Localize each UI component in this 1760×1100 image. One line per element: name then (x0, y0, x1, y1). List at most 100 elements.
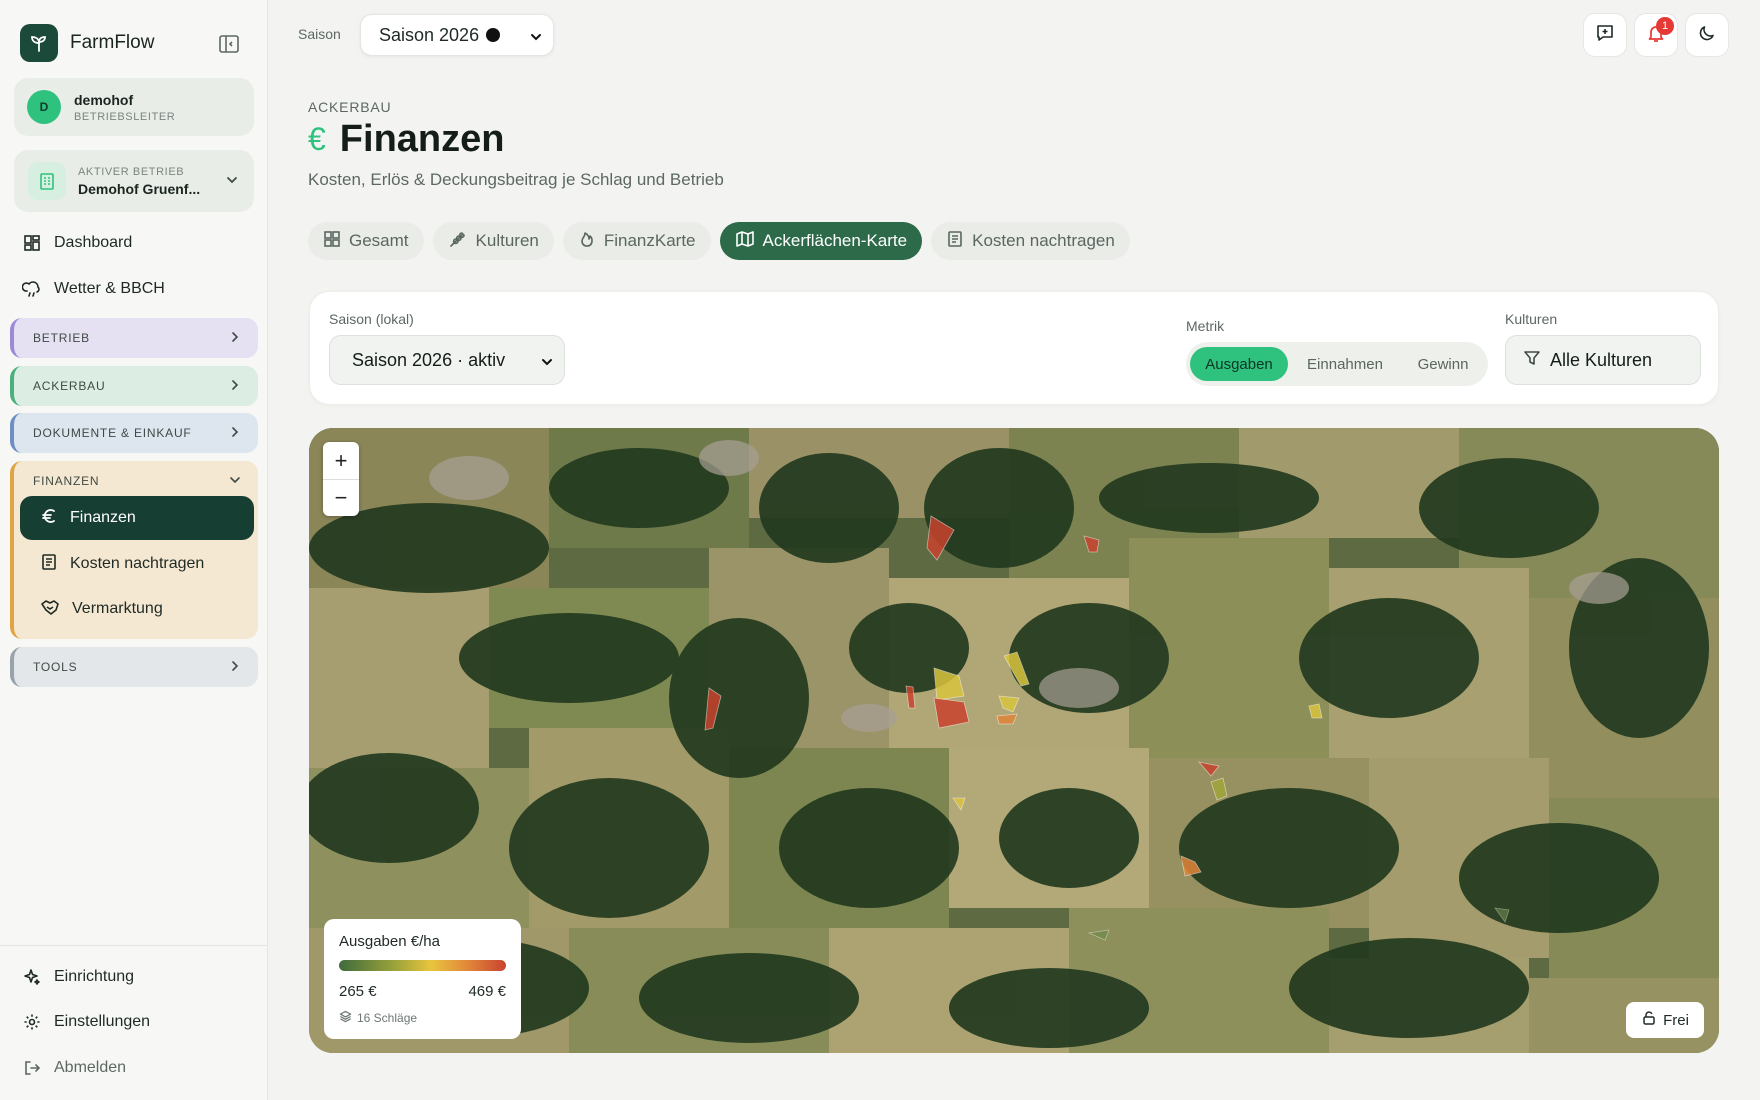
section-betrieb-label: BETRIEB (33, 331, 90, 345)
grid-icon (323, 230, 341, 253)
section-finanzen: FINANZEN Finanzen Kosten nachtragen Verm… (10, 461, 258, 639)
kulturen-label: Kulturen (1505, 311, 1558, 327)
section-finanzen-label: FINANZEN (33, 474, 100, 488)
view-tabs: Gesamt Kulturen FinanzKarte Ackerflächen… (308, 222, 1139, 260)
nav-einrichtung[interactable]: Einrichtung (20, 965, 134, 989)
nav-einstellungen[interactable]: Einstellungen (20, 1010, 150, 1034)
section-ackerbau: ACKERBAU (10, 366, 258, 406)
tab-kulturen[interactable]: Kulturen (432, 222, 554, 260)
tab-gesamt[interactable]: Gesamt (308, 222, 424, 260)
sidebar: FarmFlow D demohof BETRIEBSLEITER AKTIVE… (0, 0, 268, 1100)
nav-wetter-label: Wetter & BBCH (54, 280, 165, 297)
map-icon (735, 230, 755, 253)
tab-ackerflaechen-karte-label: Ackerflächen-Karte (762, 231, 908, 250)
chevron-down-icon (540, 353, 554, 374)
wheat-icon (448, 230, 468, 253)
season-label: Saison (298, 26, 341, 42)
sidebar-item-kosten-nachtragen[interactable]: Kosten nachtragen (20, 542, 254, 586)
flame-icon (578, 230, 596, 253)
section-ackerbau-label: ACKERBAU (33, 379, 106, 393)
farm-label: AKTIVER BETRIEB (78, 165, 185, 178)
section-betrieb-toggle[interactable]: BETRIEB (14, 318, 258, 358)
avatar: D (27, 90, 61, 124)
dark-mode-toggle[interactable] (1685, 13, 1729, 57)
chevron-right-icon (228, 425, 242, 442)
nav-einrichtung-label: Einrichtung (54, 968, 135, 985)
tab-kulturen-label: Kulturen (475, 231, 539, 250)
sidebar-item-finanzen[interactable]: Finanzen (20, 496, 254, 540)
season-local-value: Saison 2026 · aktiv (352, 349, 506, 370)
tab-kosten-nachtragen-label: Kosten nachtragen (972, 231, 1115, 250)
chevron-down-icon (224, 172, 240, 193)
map-filter-card: Saison (lokal) Saison 2026 · aktiv Metri… (309, 291, 1719, 405)
gear-icon (20, 1010, 44, 1034)
section-dokumente: DOKUMENTE & EINKAUF (10, 413, 258, 453)
building-icon (28, 162, 66, 200)
sprout-icon (20, 24, 58, 62)
season-local-label: Saison (lokal) (329, 311, 414, 327)
section-dokumente-label: DOKUMENTE & EINKAUF (33, 426, 192, 440)
metric-toggle: Ausgaben Einnahmen Gewinn (1186, 342, 1488, 386)
metric-option-ausgaben[interactable]: Ausgaben (1190, 347, 1288, 381)
zoom-out-button[interactable]: − (323, 479, 359, 516)
zoom-controls: + − (323, 442, 359, 516)
season-status-dot (486, 28, 501, 42)
metric-label: Metrik (1186, 318, 1225, 334)
nav-abmelden[interactable]: Abmelden (20, 1056, 126, 1080)
nav-abmelden-label: Abmelden (54, 1059, 127, 1076)
map-lock-toggle[interactable]: Frei (1626, 1002, 1704, 1038)
euro-icon (40, 507, 58, 530)
sidebar-item-finanzen-label: Finanzen (70, 509, 136, 526)
receipt-icon (40, 553, 58, 576)
season-select[interactable]: Saison 2026 (360, 14, 554, 56)
map-lock-label: Frei (1663, 1011, 1689, 1029)
brand[interactable]: FarmFlow (20, 24, 154, 62)
map-legend: Ausgaben €/ha 265 € 469 € 16 Schläge (324, 919, 521, 1039)
tab-finanzkarte[interactable]: FinanzKarte (562, 222, 711, 260)
zoom-in-button[interactable]: + (323, 442, 359, 479)
page-title-row: € Finanzen (308, 118, 504, 161)
kulturen-filter-button[interactable]: Alle Kulturen (1505, 335, 1701, 385)
season-select-value: Saison 2026 (379, 24, 480, 45)
nav-dashboard[interactable]: Dashboard (20, 231, 132, 255)
sidebar-item-vermarktung-label: Vermarktung (72, 600, 163, 617)
chevron-down-icon (529, 28, 543, 49)
field-map[interactable]: + − Ausgaben €/ha 265 € 469 € 16 Schläge… (309, 428, 1719, 1053)
logout-icon (20, 1056, 44, 1080)
feedback-button[interactable] (1583, 13, 1627, 57)
active-farm-selector[interactable]: AKTIVER BETRIEB Demohof Gruenf... (14, 150, 254, 212)
notifications-button[interactable]: 1 (1634, 13, 1678, 57)
sparkles-icon (20, 965, 44, 989)
section-ackerbau-toggle[interactable]: ACKERBAU (14, 366, 258, 406)
section-betrieb: BETRIEB (10, 318, 258, 358)
sidebar-collapse-icon[interactable] (218, 33, 240, 55)
nav-wetter[interactable]: Wetter & BBCH (20, 277, 165, 301)
chevron-right-icon (228, 378, 242, 395)
legend-min: 265 € (339, 983, 377, 1000)
filter-icon (1523, 349, 1541, 372)
tab-gesamt-label: Gesamt (349, 231, 409, 250)
section-dokumente-toggle[interactable]: DOKUMENTE & EINKAUF (14, 413, 258, 453)
page-subtitle: Kosten, Erlös & Deckungsbeitrag je Schla… (308, 170, 724, 189)
unlock-icon (1641, 1010, 1657, 1030)
dashboard-icon (20, 231, 44, 255)
moon-icon (1697, 23, 1717, 48)
user-name: demohof (74, 91, 134, 108)
tab-ackerflaechen-karte[interactable]: Ackerflächen-Karte (719, 222, 923, 260)
app-name: FarmFlow (70, 32, 155, 53)
user-card[interactable]: D demohof BETRIEBSLEITER (14, 78, 254, 136)
season-local-select[interactable]: Saison 2026 · aktiv (329, 335, 565, 385)
sidebar-item-vermarktung[interactable]: Vermarktung (20, 587, 254, 631)
tab-kosten-nachtragen[interactable]: Kosten nachtragen (931, 222, 1130, 260)
legend-field-count: 16 Schläge (339, 1010, 506, 1026)
nav-einstellungen-label: Einstellungen (54, 1013, 151, 1030)
metric-option-gewinn[interactable]: Gewinn (1402, 347, 1484, 381)
notification-badge: 1 (1656, 17, 1674, 35)
legend-count-label: 16 Schläge (357, 1011, 418, 1025)
kulturen-filter-value: Alle Kulturen (1550, 349, 1653, 370)
metric-option-einnahmen[interactable]: Einnahmen (1288, 347, 1402, 381)
section-finanzen-toggle[interactable]: FINANZEN (14, 461, 258, 501)
chevron-right-icon (228, 330, 242, 347)
section-tools-toggle[interactable]: TOOLS (14, 647, 258, 687)
nav-dashboard-label: Dashboard (54, 234, 133, 251)
